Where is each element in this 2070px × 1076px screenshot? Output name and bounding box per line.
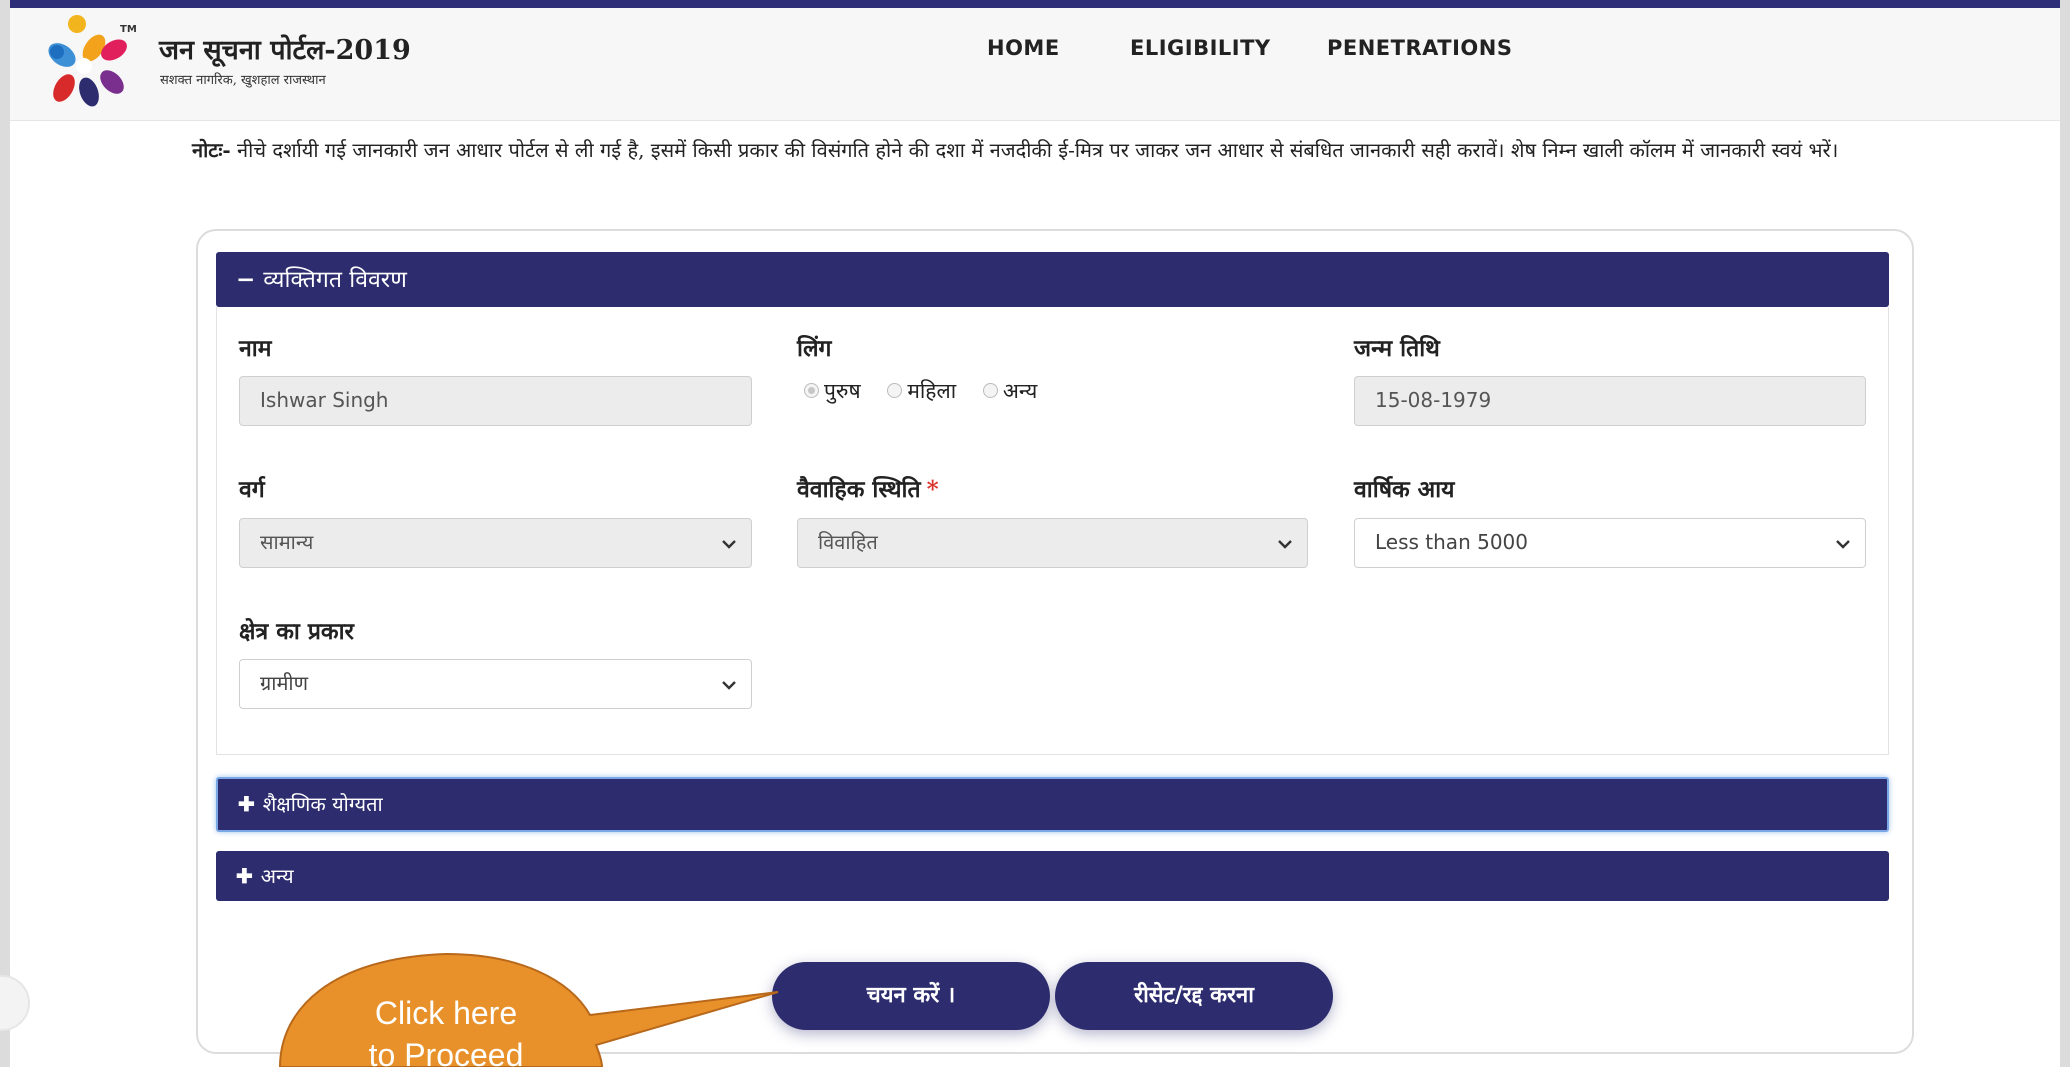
- radio-unchecked-icon: [887, 383, 903, 398]
- select-submit-button[interactable]: चयन करें ।: [772, 962, 1050, 1030]
- brand-title[interactable]: जन सूचना पोर्टल-2019: [159, 30, 411, 67]
- marital-status-label-text: वैवाहिक स्थिति: [797, 476, 921, 503]
- radio-unchecked-icon: [982, 383, 998, 398]
- side-scroll-circle[interactable]: [0, 975, 30, 1031]
- marital-status-select[interactable]: विवाहित: [797, 518, 1308, 568]
- gender-radio-female[interactable]: महिला: [887, 377, 956, 405]
- dob-label: जन्म तिथि: [1354, 335, 1440, 362]
- gender-label: लिंग: [797, 335, 832, 362]
- name-field[interactable]: Ishwar Singh: [239, 376, 752, 426]
- area-type-select-value: ग्रामीण: [260, 671, 309, 695]
- name-label: नाम: [239, 335, 272, 362]
- accordion-personal-details[interactable]: − व्यक्तिगत विवरण: [216, 252, 1889, 307]
- income-select-value: Less than 5000: [1375, 530, 1528, 554]
- accordion-education[interactable]: ✚ शैक्षणिक योग्यता: [216, 777, 1889, 832]
- accordion-other[interactable]: ✚ अन्य: [216, 851, 1889, 901]
- nav-home[interactable]: HOME: [987, 36, 1060, 60]
- nav-eligibility[interactable]: ELIGIBILITY: [1130, 36, 1271, 60]
- gender-radio-male[interactable]: पुरुष: [804, 377, 861, 405]
- income-select[interactable]: Less than 5000: [1354, 518, 1866, 568]
- info-note: नोटः- नीचे दर्शायी गई जानकारी जन आधार पो…: [192, 134, 1904, 166]
- gender-option-label: पुरुष: [824, 379, 861, 403]
- marital-status-label: वैवाहिक स्थिति *: [797, 472, 939, 504]
- plus-icon: ✚: [238, 792, 255, 816]
- dob-field[interactable]: 15-08-1979: [1354, 376, 1866, 426]
- nav-penetrations[interactable]: PENETRATIONS: [1327, 36, 1512, 60]
- note-prefix: नोटः-: [192, 138, 231, 162]
- accordion-title: व्यक्तिगत विवरण: [263, 267, 407, 293]
- trademark-label: TM: [120, 24, 137, 35]
- radio-checked-icon: [804, 383, 819, 398]
- gender-radio-group: पुरुष महिला अन्य: [804, 377, 1057, 405]
- gender-radio-other[interactable]: अन्य: [982, 377, 1038, 405]
- category-label: वर्ग: [239, 476, 265, 503]
- reset-cancel-button[interactable]: रीसेट/रद्द करना: [1055, 962, 1333, 1030]
- callout-text: Click here to Proceed: [273, 992, 619, 1076]
- area-type-select[interactable]: ग्रामीण: [239, 659, 752, 709]
- left-page-edge: [0, 0, 10, 1067]
- category-select-value: सामान्य: [260, 530, 314, 554]
- required-mark: *: [926, 476, 939, 503]
- income-label: वार्षिक आय: [1354, 476, 1455, 503]
- callout-line-1: Click here: [374, 995, 518, 1031]
- gender-option-label: महिला: [907, 379, 957, 403]
- plus-icon: ✚: [236, 864, 253, 888]
- top-accent-bar: [0, 0, 2070, 8]
- accordion-title: शैक्षणिक योग्यता: [262, 792, 383, 816]
- area-type-label: क्षेत्र का प्रकार: [239, 618, 354, 645]
- right-page-edge: [2060, 0, 2070, 1067]
- callout-line-2: to Proceed: [368, 1037, 524, 1073]
- marital-status-select-value: विवाहित: [818, 530, 878, 554]
- brand-subtitle: सशक्त नागरिक, खुशहाल राजस्थान: [160, 73, 326, 88]
- category-select[interactable]: सामान्य: [239, 518, 752, 568]
- collapse-icon: −: [236, 266, 256, 293]
- gender-option-label: अन्य: [1002, 379, 1038, 403]
- note-text: नीचे दर्शायी गई जानकारी जन आधार पोर्टल स…: [230, 138, 1839, 162]
- accordion-title: अन्य: [260, 864, 294, 888]
